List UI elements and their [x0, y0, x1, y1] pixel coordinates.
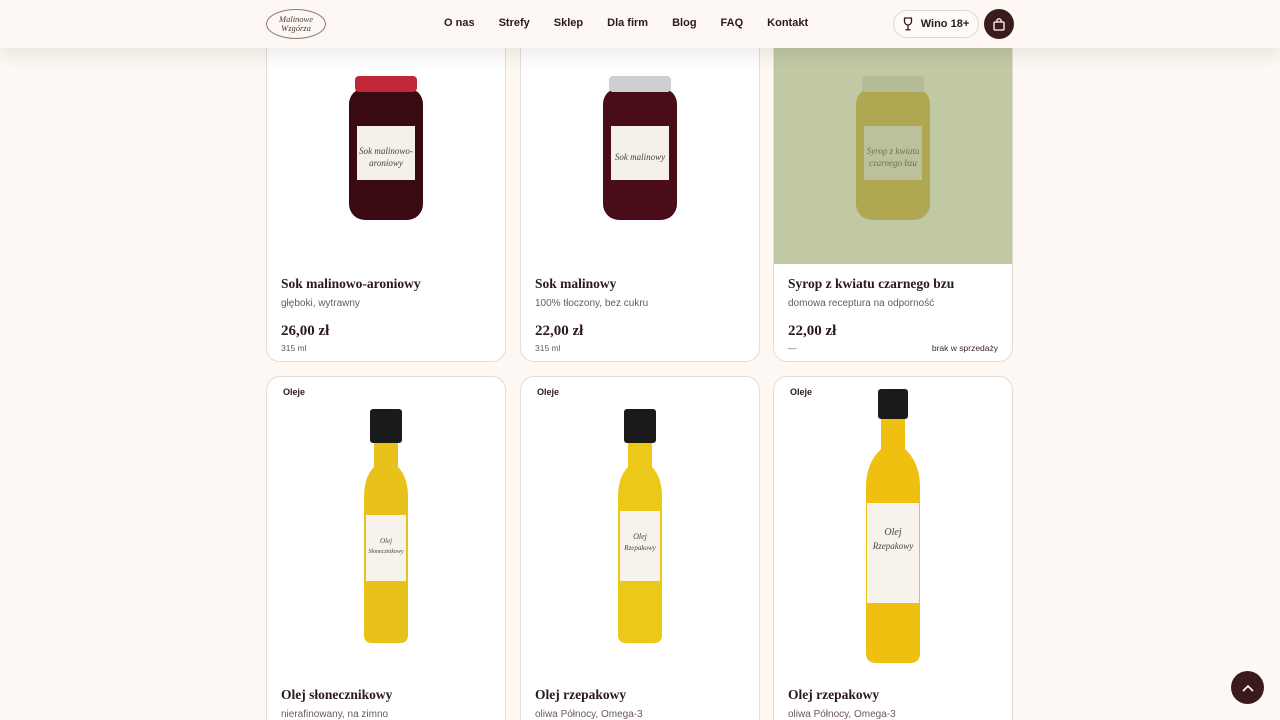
product-card[interactable]: Oleje Olej Rzepakowy Olej rzepakowy oliw…: [773, 376, 1013, 720]
product-info: Olej słonecznikowy nierafinowany, na zim…: [281, 687, 491, 720]
product-size: 315 ml: [281, 343, 307, 353]
product-name[interactable]: Syrop z kwiatu czarnego bzu: [788, 276, 998, 292]
oil-bottle-image: Olej Rzepakowy: [618, 409, 662, 643]
sold-out-overlay: [774, 31, 1012, 264]
site-header: Malinowe Wzgórza O nas Strefy Sklep Dla …: [0, 0, 1280, 48]
product-description: 100% tłoczony, bez cukru: [535, 298, 649, 309]
jar-image: Sok malinowo- aroniowy: [349, 75, 423, 220]
product-description: nierafinowany, na zimno: [281, 709, 389, 720]
product-image: Sok malinowy: [521, 31, 759, 264]
product-info: Olej rzepakowy oliwa Północy, Omega-3: [535, 687, 745, 720]
product-info: Sok malinowo-aroniowy głęboki, wytrawny …: [281, 276, 491, 353]
product-description: oliwa Północy, Omega-3: [788, 709, 896, 720]
product-info: Syrop z kwiatu czarnego bzu domowa recep…: [788, 276, 998, 353]
product-size-row: 315 ml: [281, 343, 491, 353]
product-name[interactable]: Sok malinowy: [535, 276, 745, 292]
nav-item-o-nas[interactable]: O nas: [444, 17, 475, 29]
svg-text:Olej: Olej: [380, 537, 392, 545]
nav-item-faq[interactable]: FAQ: [721, 17, 744, 29]
svg-text:Olej: Olej: [884, 527, 901, 538]
svg-text:Rzepakowy: Rzepakowy: [872, 541, 914, 551]
nav-item-sklep[interactable]: Sklep: [554, 17, 583, 29]
svg-text:Sok malinowy: Sok malinowy: [615, 152, 665, 162]
oil-bottle-image: Olej Rzepakowy: [866, 389, 920, 663]
main-nav: O nas Strefy Sklep Dla firm Blog FAQ Kon…: [444, 17, 832, 29]
scroll-to-top-button[interactable]: [1231, 671, 1264, 704]
nav-item-blog[interactable]: Blog: [672, 17, 696, 29]
stock-status: brak w sprzedaży: [931, 343, 998, 353]
product-image: Olej Słonecznikowy: [267, 377, 505, 677]
nav-item-strefy[interactable]: Strefy: [499, 17, 530, 29]
product-price: 22,00 zł: [535, 323, 584, 339]
wine-18-button[interactable]: Wino 18+: [893, 10, 979, 38]
product-card[interactable]: Oleje Olej Słonecznikowy Olej słonecznik…: [266, 376, 506, 720]
svg-text:aroniowy: aroniowy: [369, 158, 403, 168]
product-name[interactable]: Sok malinowo-aroniowy: [281, 276, 491, 292]
product-card[interactable]: Sok malinowy Sok malinowy 100% tłoczony,…: [520, 30, 760, 362]
product-info: Sok malinowy 100% tłoczony, bez cukru 22…: [535, 276, 745, 353]
product-size: 315 ml: [535, 343, 561, 353]
product-name[interactable]: Olej słonecznikowy: [281, 687, 491, 703]
product-description: domowa receptura na odporność: [788, 298, 935, 309]
nav-item-kontakt[interactable]: Kontakt: [767, 17, 808, 29]
product-info: Olej rzepakowy oliwa Północy, Omega-3: [788, 687, 998, 720]
product-image: Sok malinowo- aroniowy: [267, 31, 505, 264]
site-logo[interactable]: Malinowe Wzgórza: [266, 9, 326, 39]
product-image: Olej Rzepakowy: [521, 377, 759, 677]
product-price: 26,00 zł: [281, 323, 330, 339]
product-name[interactable]: Olej rzepakowy: [535, 687, 745, 703]
jar-image: Sok malinowy: [603, 75, 677, 220]
svg-text:Słonecznikowy: Słonecznikowy: [368, 549, 404, 555]
svg-text:Olej: Olej: [633, 532, 648, 541]
product-card[interactable]: Oleje Olej Rzepakowy Olej rzepakowy oliw…: [520, 376, 760, 720]
product-description: głęboki, wytrawny: [281, 298, 360, 309]
shopping-bag-icon: [993, 17, 1005, 31]
logo-text: Malinowe Wzgórza: [279, 14, 313, 33]
cart-button[interactable]: [984, 9, 1014, 39]
product-description: oliwa Północy, Omega-3: [535, 709, 643, 720]
product-size: —: [788, 343, 797, 353]
product-price: 22,00 zł: [788, 323, 837, 339]
product-size-row: 315 ml: [535, 343, 745, 353]
nav-item-dla-firm[interactable]: Dla firm: [607, 17, 648, 29]
chevron-up-icon: [1241, 684, 1254, 692]
product-name[interactable]: Olej rzepakowy: [788, 687, 998, 703]
svg-text:Sok malinowo-: Sok malinowo-: [359, 146, 413, 156]
product-size-row: — brak w sprzedaży: [788, 343, 998, 353]
wine-button-label: Wino 18+: [920, 18, 970, 30]
product-image: Olej Rzepakowy: [774, 377, 1012, 677]
product-card[interactable]: Sok malinowo- aroniowy Sok malinowo-aron…: [266, 30, 506, 362]
svg-text:Rzepakowy: Rzepakowy: [623, 544, 656, 552]
product-card[interactable]: Syrop z kwiatu czarnego bzu Syrop z kwia…: [773, 30, 1013, 362]
oil-bottle-image: Olej Słonecznikowy: [364, 409, 408, 643]
wine-glass-icon: [903, 17, 912, 31]
